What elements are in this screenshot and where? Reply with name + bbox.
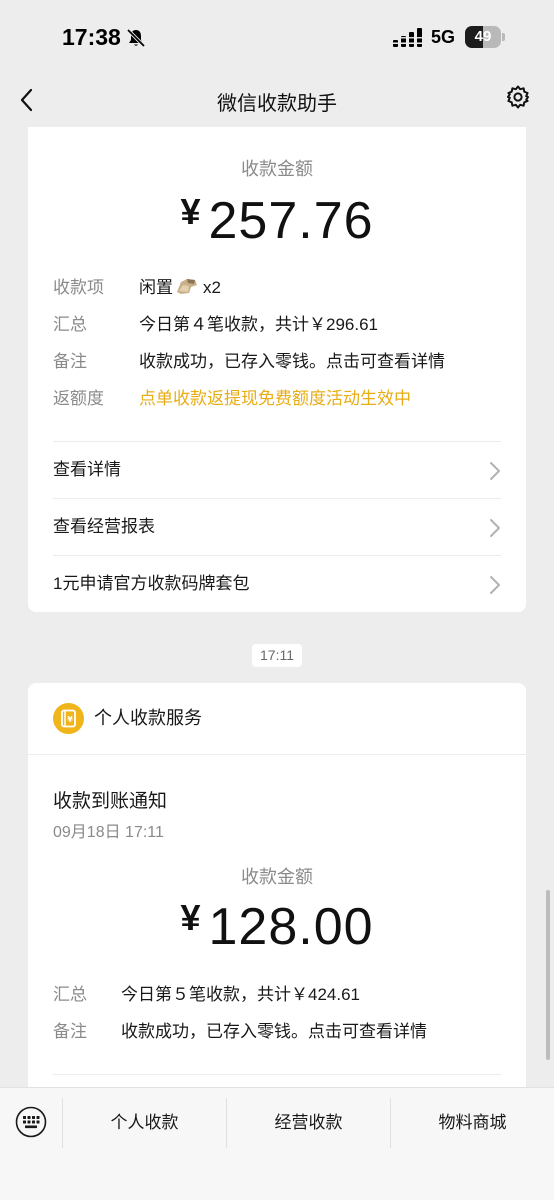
detail-value: 收款成功，已存入零钱。点击可查看详情 [121,1022,427,1041]
chevron-right-icon [490,519,500,537]
wallet-yen-icon: ¥ [53,703,84,734]
detail-key: 汇总 [53,985,87,1004]
menu-materials-store[interactable]: 物料商城 [390,1098,554,1148]
detail-value: 今日第５笔收款，共计￥424.61 [121,985,360,1004]
detail-key: 汇总 [53,315,87,334]
amount-label: 收款金额 [241,867,313,887]
link-label: 查看详情 [53,460,121,479]
amount-value: 128.00 [208,898,374,956]
nav-bar: 微信收款助手 [0,75,554,127]
page-title: 微信收款助手 [217,93,337,115]
detail-value-highlight[interactable]: 点单收款返提现免费额度活动生效中 [139,385,411,413]
view-details-link[interactable]: 查看详情 [53,441,501,498]
amount-display: ¥257.76 [28,191,526,251]
detail-value: 今日第４笔收款，共计￥296.61 [139,315,378,334]
menu-business-receipt[interactable]: 经营收款 [226,1098,390,1148]
receipt-card-1[interactable]: 收款金额 ¥257.76 收款项 闲置 x2 汇总 今日第４笔收款，共计￥296.… [28,127,526,612]
status-bar: 17:38 5G 49 [0,0,554,75]
service-header[interactable]: ¥ 个人收款服务 [28,683,526,755]
amount-label: 收款金额 [241,159,313,179]
battery-indicator: 49 [465,26,505,48]
chevron-right-icon [490,462,500,480]
detail-row-summary: 汇总 今日第５笔收款，共计￥424.61 [53,981,506,1009]
service-title: 个人收款服务 [94,708,202,728]
item-name: 闲置 [139,278,173,297]
signal-icon [393,28,422,47]
detail-row-quota: 返额度 点单收款返提现免费额度活动生效中 [53,385,506,413]
chevron-right-icon [490,576,500,594]
detail-row-item: 收款项 闲置 x2 [53,274,506,302]
battery-level-text: 49 [474,28,492,45]
currency-symbol: ¥ [180,191,201,232]
keyboard-icon [15,1106,47,1138]
bottom-menu-bar: 个人收款 经营收款 物料商城 [0,1087,554,1200]
detail-row-summary: 汇总 今日第４笔收款，共计￥296.61 [53,311,506,339]
divider [53,1074,501,1075]
scrollbar-thumb[interactable] [546,890,550,1060]
detail-value: 闲置 x2 [139,274,221,302]
keyboard-toggle-button[interactable] [0,1088,62,1158]
detail-key: 收款项 [53,278,104,297]
detail-key: 备注 [53,352,87,371]
detail-value: 收款成功，已存入零钱。点击可查看详情 [139,352,445,371]
detail-key: 备注 [53,1022,87,1041]
message-timestamp: 17:11 [252,644,302,667]
svg-text:¥: ¥ [67,715,73,724]
detail-key: 返额度 [53,389,104,408]
view-report-link[interactable]: 查看经营报表 [53,498,501,555]
amount-value: 257.76 [208,192,374,250]
amount-display: ¥128.00 [28,897,526,957]
item-quantity: x2 [203,278,221,297]
detail-row-note: 备注 收款成功，已存入零钱。点击可查看详情 [53,1018,506,1046]
status-time: 17:38 [62,24,121,50]
link-label: 查看经营报表 [53,517,155,536]
receipt-card-2[interactable]: ¥ 个人收款服务 收款到账通知 09月18日 17:11 收款金额 ¥128.0… [28,683,526,1103]
item-thumbnail-icon [177,279,197,294]
gear-icon[interactable] [505,84,531,110]
notice-title: 收款到账通知 [53,791,168,812]
link-label: 1元申请官方收款码牌套包 [53,574,250,593]
apply-qr-kit-link[interactable]: 1元申请官方收款码牌套包 [53,555,501,612]
detail-row-note: 备注 收款成功，已存入零钱。点击可查看详情 [53,348,506,376]
bell-slash-icon [126,28,146,48]
notice-date: 09月18日 17:11 [53,824,164,841]
currency-symbol: ¥ [180,897,201,938]
network-label: 5G [431,27,456,47]
menu-personal-receipt[interactable]: 个人收款 [62,1098,226,1148]
